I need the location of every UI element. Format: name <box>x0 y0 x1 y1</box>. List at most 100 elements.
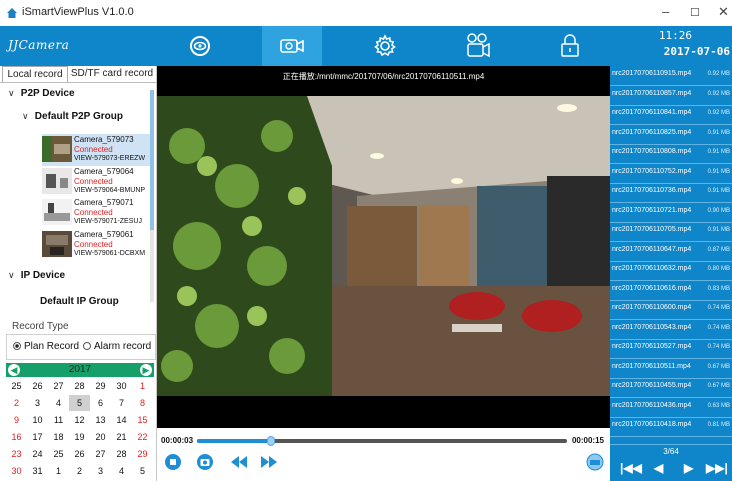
calendar-day[interactable]: 20 <box>90 429 111 445</box>
file-row[interactable]: nrc20170706110808.mp4 0.91 MB <box>610 144 732 164</box>
alarm-record-radio[interactable]: Alarm record <box>83 341 151 352</box>
tab-sd-card-record[interactable]: SD/TF card record <box>70 66 154 81</box>
file-row[interactable]: nrc20170706110436.mp4 0.63 MB <box>610 398 732 418</box>
calendar-day[interactable]: 7 <box>111 395 132 411</box>
calendar-day[interactable]: 16 <box>6 429 27 445</box>
live-view-button[interactable] <box>170 26 230 66</box>
calendar-day[interactable]: 14 <box>111 412 132 428</box>
calendar-day[interactable]: 4 <box>111 463 132 479</box>
last-page-button[interactable]: ▶▶| <box>706 461 728 475</box>
calendar-day[interactable]: 31 <box>27 463 48 479</box>
file-row[interactable]: nrc20170706110600.mp4 0.74 MB <box>610 300 732 320</box>
camera-item[interactable]: Camera_579071 Connected VIEW-579071-ZESU… <box>42 197 150 229</box>
file-row[interactable]: nrc20170706110543.mp4 0.74 MB <box>610 320 732 340</box>
camera-item[interactable]: Camera_579064 Connected VIEW-579064-BMUN… <box>42 166 150 198</box>
file-size: 0.74 MB <box>707 344 730 350</box>
file-row[interactable]: nrc20170706110616.mp4 0.83 MB <box>610 281 732 301</box>
calendar-day[interactable]: 24 <box>27 446 48 462</box>
calendar-day[interactable]: 30 <box>111 378 132 394</box>
calendar-day[interactable]: 10 <box>27 412 48 428</box>
file-row[interactable]: nrc20170706110632.mp4 0.80 MB <box>610 261 732 281</box>
calendar-day[interactable]: 21 <box>111 429 132 445</box>
fast-forward-button[interactable] <box>259 452 279 472</box>
camera-item[interactable]: Camera_579073 Connected VIEW-579073-EREZ… <box>42 134 150 166</box>
calendar-day[interactable]: 1 <box>132 378 153 394</box>
calendar-day[interactable]: 25 <box>48 446 69 462</box>
calendar-day[interactable]: 11 <box>48 412 69 428</box>
snapshot-button[interactable] <box>195 452 215 472</box>
calendar-day[interactable]: 26 <box>69 446 90 462</box>
plan-record-radio[interactable]: Plan Record <box>13 341 79 352</box>
calendar-day[interactable]: 17 <box>27 429 48 445</box>
calendar-day[interactable]: 28 <box>69 378 90 394</box>
calendar-day[interactable]: 30 <box>6 463 27 479</box>
lock-button[interactable] <box>540 26 600 66</box>
fullscreen-button[interactable] <box>585 452 605 472</box>
camera-thumbnail <box>42 231 72 257</box>
stop-button[interactable] <box>163 452 183 472</box>
tree-node-default-ip-group[interactable]: Default IP Group <box>40 296 119 307</box>
playback-button[interactable] <box>262 26 322 66</box>
file-row[interactable]: nrc20170706110736.mp4 0.91 MB <box>610 183 732 203</box>
maximize-button[interactable]: ☐ <box>690 6 700 19</box>
calendar-day[interactable]: 28 <box>111 446 132 462</box>
file-row[interactable]: nrc20170706110841.mp4 0.92 MB <box>610 105 732 125</box>
calendar-day[interactable]: 25 <box>6 378 27 394</box>
calendar-day[interactable]: 3 <box>90 463 111 479</box>
calendar-day[interactable]: 18 <box>48 429 69 445</box>
calendar-day[interactable]: 8 <box>132 395 153 411</box>
calendar-day[interactable]: 26 <box>27 378 48 394</box>
calendar-next-button[interactable]: ▶ <box>140 364 152 376</box>
calendar-day[interactable]: 2 <box>69 463 90 479</box>
tree-node-p2p-device[interactable]: ∨ P2P Device <box>8 88 75 99</box>
calendar-day[interactable]: 9 <box>6 412 27 428</box>
file-row[interactable]: nrc20170706110527.mp4 0.74 MB <box>610 339 732 359</box>
file-row[interactable]: nrc20170706110825.mp4 0.91 MB <box>610 125 732 145</box>
calendar-day[interactable]: 22 <box>132 429 153 445</box>
file-row[interactable]: nrc20170706110455.mp4 0.67 MB <box>610 378 732 398</box>
calendar-day[interactable]: 27 <box>90 446 111 462</box>
calendar-day[interactable]: 13 <box>90 412 111 428</box>
calendar-day[interactable]: 4 <box>48 395 69 411</box>
tab-local-record[interactable]: Local record <box>2 66 68 82</box>
prev-page-button[interactable]: ◀ <box>654 461 663 475</box>
progress-bar[interactable] <box>197 436 567 446</box>
calendar-day[interactable]: 5 <box>132 463 153 479</box>
calendar-day[interactable]: 29 <box>132 446 153 462</box>
calendar-day[interactable]: 5 <box>69 395 90 411</box>
calendar-day[interactable]: 29 <box>90 378 111 394</box>
calendar-day[interactable]: 15 <box>132 412 153 428</box>
minimize-button[interactable]: – <box>662 4 669 19</box>
calendar-day[interactable]: 6 <box>90 395 111 411</box>
file-row[interactable]: nrc20170706110752.mp4 0.91 MB <box>610 164 732 184</box>
calendar-day[interactable]: 2 <box>6 395 27 411</box>
next-page-button[interactable]: ▶ <box>684 461 693 475</box>
video-frame <box>157 66 610 428</box>
calendar-day[interactable]: 23 <box>6 446 27 462</box>
file-row[interactable]: nrc20170706110705.mp4 0.91 MB <box>610 222 732 242</box>
calendar-day[interactable]: 1 <box>48 463 69 479</box>
tree-node-ip-device[interactable]: ∨ IP Device <box>8 270 65 281</box>
calendar-day[interactable]: 12 <box>69 412 90 428</box>
calendar-day[interactable]: 27 <box>48 378 69 394</box>
file-row[interactable]: nrc20170706110647.mp4 0.87 MB <box>610 242 732 262</box>
settings-button[interactable] <box>355 26 415 66</box>
close-button[interactable]: ✕ <box>718 4 729 20</box>
device-tree-scrollbar[interactable] <box>150 90 154 302</box>
file-row[interactable]: nrc20170706110511.mp4 0.67 MB <box>610 359 732 379</box>
file-row[interactable]: nrc20170706110721.mp4 0.90 MB <box>610 203 732 223</box>
file-row[interactable]: nrc20170706110857.mp4 0.92 MB <box>610 86 732 106</box>
record-button[interactable] <box>448 26 508 66</box>
video-player[interactable]: 正在播放:/mnt/mmc/201707/06/nrc2017070611051… <box>157 66 610 428</box>
progress-handle[interactable] <box>267 436 275 446</box>
rewind-button[interactable] <box>229 452 249 472</box>
camera-item[interactable]: Camera_579061 Connected VIEW-579061-DCBX… <box>42 229 150 261</box>
file-row[interactable]: nrc20170706110915.mp4 0.92 MB <box>610 66 732 86</box>
tree-node-default-p2p-group[interactable]: ∨ Default P2P Group <box>22 111 123 122</box>
calendar-day[interactable]: 19 <box>69 429 90 445</box>
file-row[interactable]: nrc20170706110418.mp4 0.81 MB <box>610 417 732 437</box>
calendar-day[interactable]: 3 <box>27 395 48 411</box>
app-title: iSmartViewPlus V1.0.0 <box>22 6 134 18</box>
scroll-thumb[interactable] <box>150 90 154 230</box>
first-page-button[interactable]: |◀◀ <box>620 461 642 475</box>
